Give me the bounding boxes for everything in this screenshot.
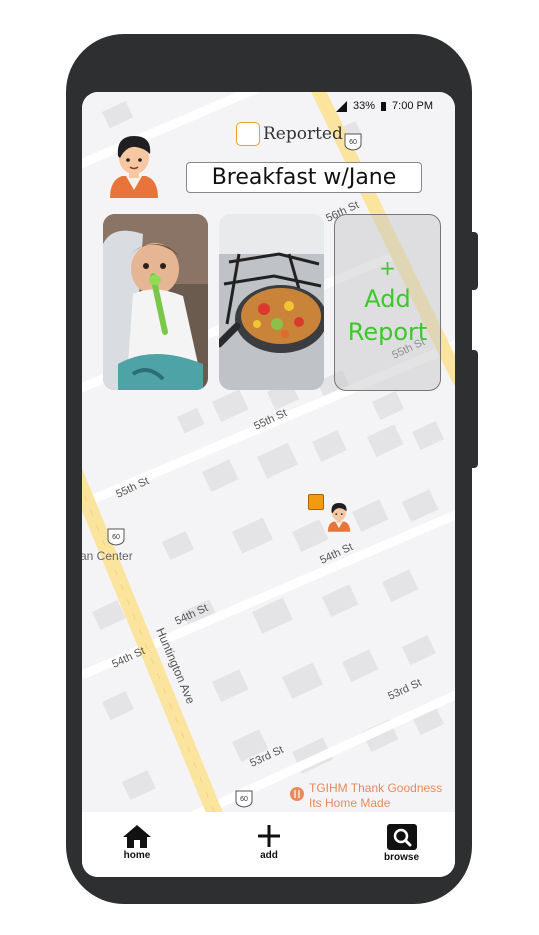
reported-checkbox[interactable]: [236, 122, 260, 146]
photo-baby-eating[interactable]: [103, 214, 208, 390]
screen: 60 60 60 56th St 55th St 55th St 55th St…: [82, 92, 455, 877]
place-label-line-1: TGIHM Thank Goodness: [309, 781, 442, 795]
search-icon: [386, 824, 417, 850]
add-report-plus-icon: +: [379, 255, 396, 280]
add-report-label: Add Report: [347, 284, 428, 346]
nav-home[interactable]: home: [122, 824, 152, 861]
status-bar: 33% 7:00 PM: [336, 100, 433, 112]
volume-button: [470, 232, 478, 290]
report-title[interactable]: Breakfast w/Jane: [186, 162, 422, 193]
battery-percent: 33%: [353, 100, 376, 112]
nav-home-label: home: [123, 850, 151, 861]
map-view[interactable]: 60 60 60 56th St 55th St 55th St 55th St…: [82, 92, 455, 877]
place-label-line-2: Its Home Made: [309, 796, 391, 810]
photo-pan-on-stove[interactable]: [219, 214, 324, 390]
route-shield-3: 60: [240, 796, 248, 803]
report-location-marker[interactable]: [308, 494, 324, 510]
pan-on-stove-photo-icon: [219, 214, 324, 390]
route-shield-1: 60: [349, 139, 357, 146]
bottom-navigation: home add browse: [82, 812, 455, 877]
home-icon: [123, 825, 151, 848]
signal-icon: [336, 100, 347, 112]
power-button: [470, 350, 478, 468]
route-shield-2: 60: [112, 534, 120, 541]
place-label-center: an Center: [82, 549, 133, 563]
user-avatar[interactable]: [106, 130, 162, 198]
nav-browse-label: browse: [384, 852, 420, 863]
nav-add-label: add: [260, 850, 278, 861]
add-report-button[interactable]: + Add Report: [334, 214, 441, 391]
clock-time: 7:00 PM: [392, 100, 433, 112]
reported-label: Reported: [263, 124, 343, 144]
plus-icon: [258, 825, 280, 847]
reported-checkbox-row[interactable]: Reported: [236, 122, 343, 146]
nav-add[interactable]: add: [257, 824, 281, 861]
nav-browse[interactable]: browse: [384, 824, 419, 863]
baby-eating-photo-icon: [103, 214, 208, 390]
user-location-avatar[interactable]: [326, 500, 352, 532]
battery-icon: [381, 101, 387, 111]
